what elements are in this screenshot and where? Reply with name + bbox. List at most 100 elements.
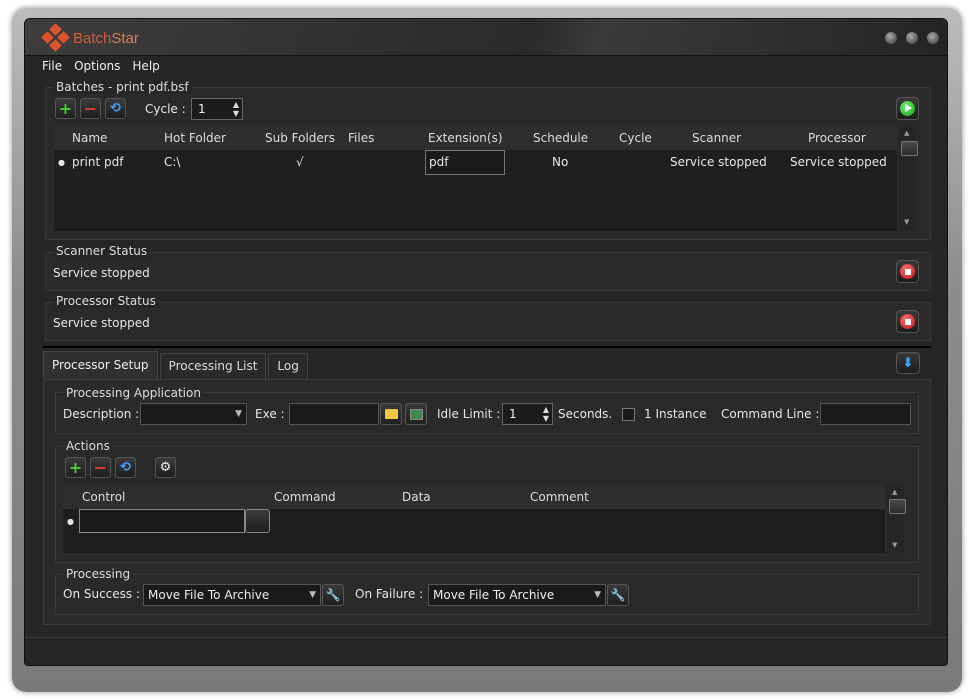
remove-batch-button[interactable]: − — [80, 98, 101, 119]
one-instance-checkbox[interactable] — [622, 408, 635, 421]
scroll-thumb[interactable] — [889, 499, 906, 514]
col-cycle[interactable]: Cycle — [619, 131, 652, 145]
run-button[interactable] — [896, 97, 919, 120]
browse-folder-button[interactable] — [380, 403, 402, 425]
scanner-status-value: Service stopped — [53, 266, 150, 280]
control-cell-input[interactable] — [79, 509, 245, 533]
cell-sub-folders[interactable]: √ — [296, 155, 304, 169]
cycle-label: Cycle : — [145, 102, 186, 116]
stop-icon — [900, 314, 915, 329]
wrench-icon: 🔧 — [610, 588, 626, 602]
minimize-button[interactable] — [885, 32, 897, 44]
scroll-up-icon[interactable]: ▲ — [892, 488, 897, 496]
cell-schedule[interactable]: No — [552, 155, 568, 169]
scroll-down-icon[interactable]: ▼ — [904, 218, 909, 226]
folder-icon — [384, 409, 398, 419]
spinner-arrows-icon[interactable]: ▲ ▼ — [233, 100, 239, 118]
on-success-label: On Success : — [63, 587, 141, 601]
refresh-icon: ⟲ — [110, 101, 121, 116]
scanner-stop-button[interactable] — [896, 260, 919, 283]
actions-grid-header: Control Command Data Comment — [63, 485, 885, 509]
program-icon — [409, 408, 423, 420]
col-hot-folder[interactable]: Hot Folder — [164, 131, 226, 145]
add-action-button[interactable]: + — [65, 457, 86, 478]
batches-title: Batches - print pdf.bsf — [53, 80, 192, 94]
arrow-down-icon: ⬇ — [902, 355, 914, 371]
refresh-batch-button[interactable]: ⟲ — [105, 98, 126, 119]
on-failure-label: On Failure : — [355, 587, 424, 601]
extensions-value: pdf — [429, 155, 449, 169]
scroll-thumb[interactable] — [901, 141, 918, 156]
cell-processor[interactable]: Service stopped — [790, 155, 887, 169]
col-scanner[interactable]: Scanner — [692, 131, 741, 145]
col-data[interactable]: Data — [402, 490, 431, 504]
col-command[interactable]: Command — [274, 490, 336, 504]
command-line-label: Command Line : — [721, 407, 820, 421]
splitter[interactable] — [43, 346, 931, 348]
idle-limit-spinner[interactable]: 1 ▲ ▼ — [502, 403, 553, 425]
app-name: BatchStar — [73, 29, 139, 47]
processor-status-title: Processor Status — [53, 294, 159, 308]
cycle-spinner[interactable]: 1 ▲ ▼ — [191, 98, 243, 120]
seconds-label: Seconds. — [558, 407, 613, 421]
add-batch-button[interactable]: + — [55, 98, 76, 119]
scroll-down-icon[interactable]: ▼ — [892, 541, 897, 549]
cell-extensions[interactable]: pdf — [425, 150, 505, 175]
minus-icon: − — [93, 457, 108, 477]
on-success-config-button[interactable]: 🔧 — [322, 584, 344, 606]
cell-name[interactable]: print pdf — [72, 155, 123, 169]
plus-icon: + — [58, 98, 73, 118]
actions-scrollbar[interactable]: ▲ ▼ — [887, 485, 906, 553]
action-settings-button[interactable]: ⚙ — [155, 457, 176, 478]
exe-input[interactable] — [289, 403, 379, 425]
program-button[interactable] — [405, 403, 427, 425]
wrench-icon: 🔧 — [325, 588, 341, 602]
col-files[interactable]: Files — [348, 131, 374, 145]
col-name[interactable]: Name — [72, 131, 107, 145]
chevron-down-icon[interactable]: ▼ — [594, 585, 601, 605]
collapse-button[interactable]: ⬇ — [896, 352, 920, 374]
col-control[interactable]: Control — [82, 490, 125, 504]
tab-log[interactable]: Log — [268, 353, 308, 379]
app-logo: BatchStar — [41, 23, 139, 52]
col-schedule[interactable]: Schedule — [533, 131, 588, 145]
on-success-value: Move File To Archive — [148, 588, 270, 602]
menu-help[interactable]: Help — [132, 59, 159, 73]
idle-limit-label: Idle Limit : — [437, 407, 501, 421]
description-combo[interactable]: ▼ — [140, 403, 247, 425]
batches-grid-header: Name Hot Folder Sub Folders Files Extens… — [54, 126, 897, 150]
tab-processing-list[interactable]: Processing List — [159, 353, 267, 379]
col-comment[interactable]: Comment — [530, 490, 589, 504]
table-row[interactable]: ● — [63, 509, 885, 535]
batches-scrollbar[interactable]: ▲ ▼ — [899, 126, 918, 231]
title-bar: BatchStar — [25, 19, 947, 56]
col-extensions[interactable]: Extension(s) — [428, 131, 503, 145]
command-line-input[interactable] — [820, 403, 911, 425]
cell-hot-folder[interactable]: C:\ — [164, 155, 180, 169]
main-window: BatchStar File Options Help Batches - pr… — [24, 18, 948, 666]
processor-stop-button[interactable] — [896, 310, 919, 333]
tab-processor-setup[interactable]: Processor Setup — [43, 351, 158, 379]
cell-scanner[interactable]: Service stopped — [670, 155, 767, 169]
remove-action-button[interactable]: − — [90, 457, 111, 478]
maximize-button[interactable] — [906, 32, 918, 44]
control-cell-button[interactable] — [245, 509, 270, 533]
table-row[interactable]: ● print pdf C:\ √ pdf No Service stopped… — [54, 150, 897, 176]
scroll-up-icon[interactable]: ▲ — [904, 129, 909, 137]
on-success-combo[interactable]: Move File To Archive ▼ — [143, 584, 321, 606]
col-processor[interactable]: Processor — [808, 131, 866, 145]
status-bar — [25, 637, 947, 665]
window-controls — [885, 32, 939, 44]
on-failure-combo[interactable]: Move File To Archive ▼ — [428, 584, 606, 606]
spinner-arrows-icon[interactable]: ▲ ▼ — [543, 405, 549, 423]
col-sub-folders[interactable]: Sub Folders — [265, 131, 335, 145]
chevron-down-icon[interactable]: ▼ — [235, 404, 242, 424]
exe-label: Exe : — [255, 407, 285, 421]
menu-file[interactable]: File — [42, 59, 62, 73]
close-button[interactable] — [927, 32, 939, 44]
description-label: Description : — [63, 407, 140, 421]
on-failure-config-button[interactable]: 🔧 — [607, 584, 629, 606]
menu-options[interactable]: Options — [74, 59, 120, 73]
chevron-down-icon[interactable]: ▼ — [309, 585, 316, 605]
refresh-action-button[interactable]: ⟲ — [115, 457, 136, 478]
